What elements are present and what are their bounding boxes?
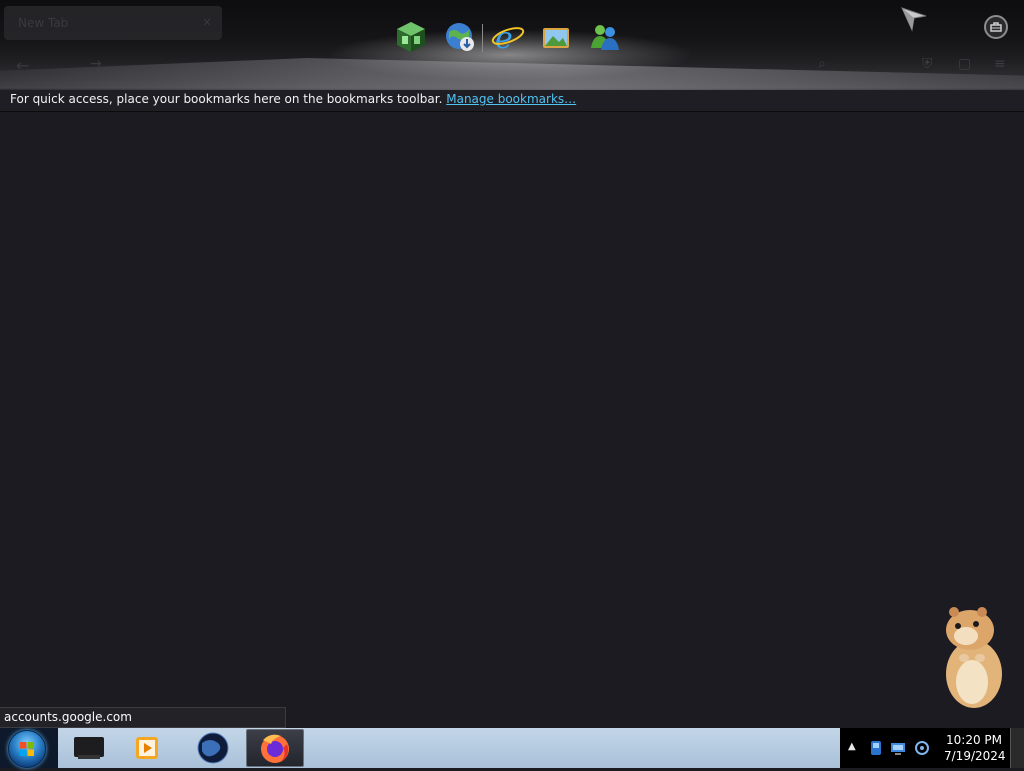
tray-expand-icon[interactable]: ▲ (848, 741, 856, 752)
hamster-mascot-icon[interactable] (936, 604, 1008, 710)
photo-viewer-icon[interactable] (539, 20, 573, 54)
cube-app-icon[interactable] (394, 20, 428, 54)
globe-download-icon[interactable] (443, 20, 477, 54)
show-desktop-button[interactable] (1010, 728, 1024, 768)
system-tray: ▲ 10:20 PM 7/19/2024 (840, 728, 1024, 768)
back-icon[interactable]: ← (16, 56, 29, 75)
page-content (0, 112, 1024, 728)
taskbar-firefox[interactable] (246, 729, 304, 767)
globe-app-icon (197, 732, 229, 764)
taskbar-globe-app[interactable] (184, 729, 242, 767)
media-center-icon (74, 737, 104, 759)
start-area (0, 728, 58, 768)
search-icon[interactable]: ⌕ (818, 56, 826, 72)
app-tray-icon[interactable] (868, 740, 884, 756)
taskbar-media-player[interactable] (120, 729, 178, 767)
volume-icon[interactable] (914, 740, 930, 756)
clock-time[interactable]: 10:20 PM (944, 733, 1004, 747)
firefox-icon (261, 734, 289, 763)
tab-title: New Tab (18, 16, 69, 30)
taskbar-media-center[interactable] (60, 729, 118, 767)
dock-separator (482, 24, 483, 52)
media-player-icon (136, 737, 158, 759)
shield-icon[interactable]: ⛨ (922, 56, 933, 72)
start-orb-icon[interactable] (8, 730, 46, 768)
messenger-icon[interactable] (587, 20, 621, 54)
manage-bookmarks-link[interactable]: Manage bookmarks… (446, 92, 576, 106)
paper-plane-icon[interactable] (900, 4, 928, 32)
clock-date[interactable]: 7/19/2024 (944, 749, 1006, 763)
toolbox-icon[interactable] (984, 15, 1008, 39)
menu-icon[interactable]: ≡ (994, 56, 1006, 72)
svg-text:e: e (495, 21, 513, 54)
browser-chrome: New Tab × ← → ⌕ ⛨ ▢ ≡ e For quick access… (0, 0, 1024, 112)
status-url: accounts.google.com (0, 707, 286, 728)
bookmarks-toolbar: For quick access, place your bookmarks h… (0, 90, 1024, 112)
browser-tab[interactable]: New Tab × (4, 6, 222, 40)
bookmarks-message: For quick access, place your bookmarks h… (10, 92, 577, 106)
network-icon[interactable] (890, 740, 906, 756)
tab-close-icon[interactable]: × (202, 15, 212, 29)
internet-explorer-icon[interactable]: e (491, 20, 525, 54)
forward-icon[interactable]: → (90, 56, 102, 72)
extensions-icon[interactable]: ▢ (958, 56, 971, 72)
taskbar: ▲ 10:20 PM 7/19/2024 (0, 728, 1024, 768)
